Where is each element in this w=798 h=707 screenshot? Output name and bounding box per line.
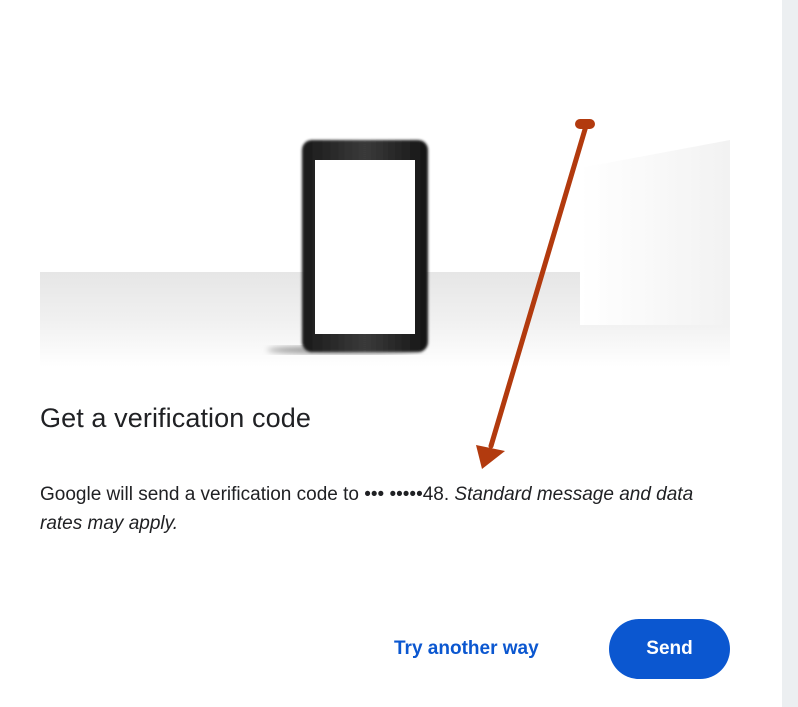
phone-illustration bbox=[40, 100, 730, 370]
card-bottom bbox=[0, 693, 782, 707]
page-title: Get a verification code bbox=[40, 403, 311, 433]
verification-message: Google will send a verification code to … bbox=[40, 480, 740, 538]
try-another-way-button[interactable]: Try another way bbox=[380, 628, 553, 670]
message-main: Google will send a verification code to … bbox=[40, 484, 450, 505]
send-button[interactable]: Send bbox=[609, 619, 730, 679]
page-edge bbox=[782, 0, 798, 707]
verification-card: Get a verification code Google will send… bbox=[0, 0, 782, 693]
